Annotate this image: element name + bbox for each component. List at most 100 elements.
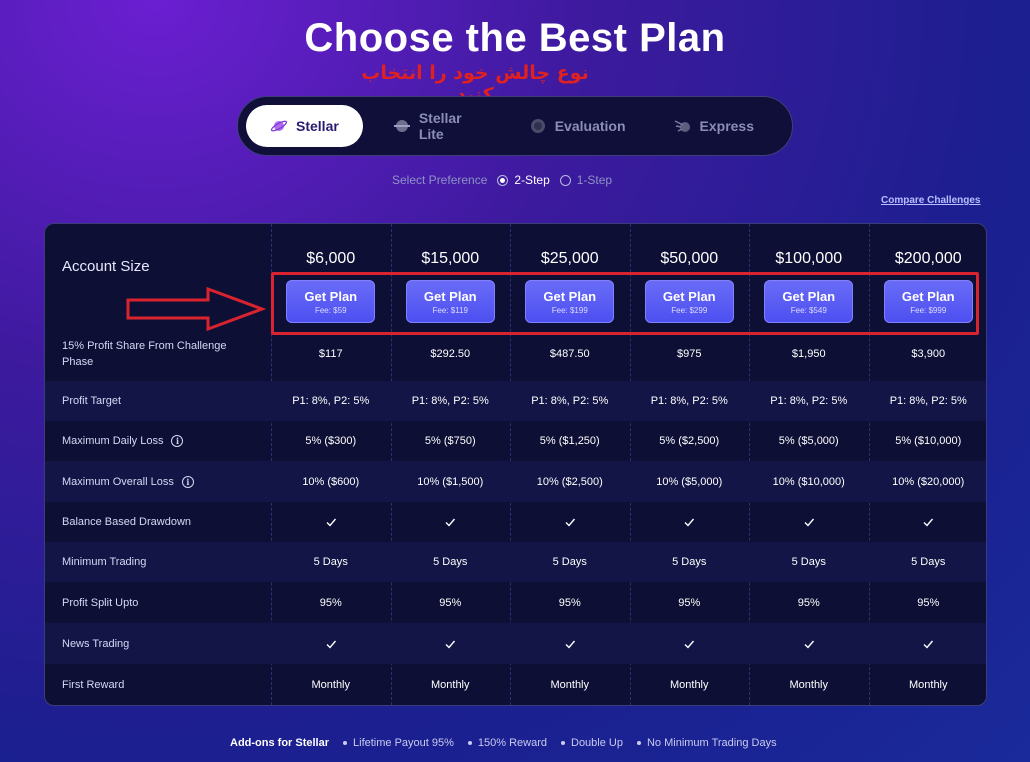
table-cell: Monthly — [430, 679, 470, 691]
table-cell: 95% — [439, 596, 462, 609]
row-label: 15% Profit Share From Challenge Phase — [62, 340, 227, 368]
row-label: Maximum Daily Loss — [62, 435, 164, 447]
tab-stellar[interactable]: Stellar — [246, 105, 363, 147]
row-label-cell: First Reward — [45, 664, 271, 705]
tab-label: Stellar — [296, 118, 339, 134]
row-label-cell: Balance Based Drawdown — [45, 502, 271, 542]
tab-label: Express — [699, 118, 754, 134]
preference-label: Select Preference — [392, 173, 488, 187]
table-cell: 10% ($600) — [302, 475, 360, 488]
table-cell: Monthly — [669, 679, 709, 691]
radio-1-step[interactable]: 1-Step — [559, 173, 613, 187]
table-cell: $1,950 — [791, 348, 826, 360]
table-cell: $292.50 — [430, 348, 471, 360]
table-cell: 5 Days — [672, 556, 707, 568]
info-icon[interactable]: i — [171, 435, 184, 447]
comet-icon — [674, 117, 692, 135]
addons-bar: Add-ons for Stellar Lifetime Payout 95% … — [230, 737, 777, 749]
planet-icon — [270, 117, 288, 135]
radio-dot-icon — [559, 174, 571, 186]
table-cell: Monthly — [550, 679, 590, 691]
tab-express[interactable]: Express — [656, 105, 772, 147]
table-cell: 95% — [319, 596, 342, 609]
moon-icon — [529, 117, 547, 135]
row-label: Maximum Overall Loss — [62, 475, 174, 488]
table-cell: 10% ($20,000) — [892, 475, 965, 488]
plan-price: $6,000 — [306, 250, 356, 267]
row-label: News Trading — [62, 637, 130, 650]
plan-price: $15,000 — [421, 250, 480, 267]
row-label-cell: Profit Split Upto — [45, 582, 271, 623]
table-cell: P1: 8%, P2: 5% — [411, 395, 489, 407]
check-icon — [869, 623, 987, 664]
table-row: Maximum Daily Loss i 5% ($300) 5% ($750) 5% … — [45, 421, 986, 461]
arrow-right-icon — [126, 286, 266, 332]
table-cell: P1: 8%, P2: 5% — [531, 395, 609, 407]
addons-heading: Add-ons for Stellar — [230, 737, 330, 749]
table-cell: $975 — [677, 348, 702, 360]
check-icon — [630, 623, 750, 664]
radio-label: 1-Step — [576, 173, 613, 187]
compare-challenges-link[interactable]: Compare Challenges — [881, 195, 980, 206]
plan-price: $200,000 — [894, 250, 962, 267]
table-row: News Trading — [45, 623, 987, 664]
row-label-cell: News Trading — [45, 623, 271, 664]
account-size-label: Account Size — [62, 258, 150, 275]
addon-item: Double Up — [561, 737, 623, 749]
check-icon — [391, 502, 511, 542]
table-cell: Monthly — [789, 679, 829, 691]
row-label-cell: Maximum Daily Loss i — [45, 421, 271, 461]
table-row: Maximum Overall Loss i 10% ($600) 10% ($1,5… — [45, 461, 986, 502]
check-icon — [510, 502, 630, 542]
row-label-cell: Profit Target — [45, 381, 271, 421]
row-label-cell: Maximum Overall Loss i — [45, 461, 271, 502]
table-row: Profit Split Upto 95% 95% 95% 95% 95% 95% — [45, 582, 986, 623]
tab-stellar-lite[interactable]: Stellar Lite — [375, 105, 499, 147]
saturn-icon — [393, 117, 411, 135]
table-cell: Monthly — [311, 679, 351, 691]
tab-evaluation[interactable]: Evaluation — [511, 105, 644, 147]
table-cell: Monthly — [908, 679, 948, 691]
check-icon — [391, 623, 511, 664]
table-row: Minimum Trading 5 Days 5 Days 5 Days 5 Days 5… — [45, 542, 986, 582]
table-cell: 5 Days — [433, 556, 468, 568]
table-cell: 5% ($5,000) — [778, 435, 839, 447]
check-icon — [749, 623, 869, 664]
challenge-tabs: Stellar Stellar Lite Evaluation Express — [237, 96, 793, 156]
plan-price: $100,000 — [775, 250, 843, 267]
table-cell: 95% — [558, 596, 581, 609]
table-cell: P1: 8%, P2: 5% — [292, 395, 370, 407]
addon-item: Lifetime Payout 95% — [343, 737, 454, 749]
table-cell: P1: 8%, P2: 5% — [770, 395, 848, 407]
table-cell: 5% ($10,000) — [895, 435, 962, 447]
table-cell: 5% ($2,500) — [659, 435, 720, 447]
highlight-box — [271, 272, 979, 335]
table-cell: 5% ($1,250) — [539, 435, 600, 447]
check-icon — [869, 502, 987, 542]
tab-label: Evaluation — [554, 118, 626, 134]
preference-selector: Select Preference 2-Step 1-Step — [392, 173, 612, 187]
table-cell: 10% ($10,000) — [772, 475, 845, 488]
table-cell: 5% ($750) — [424, 435, 476, 447]
radio-label: 2-Step — [514, 173, 550, 187]
plan-price: $25,000 — [540, 250, 599, 267]
check-icon — [749, 502, 869, 542]
row-label: Profit Target — [62, 395, 122, 407]
table-cell: 5 Days — [911, 556, 946, 568]
radio-2-step[interactable]: 2-Step — [497, 173, 550, 187]
addon-item: 150% Reward — [467, 737, 547, 749]
check-icon — [510, 623, 630, 664]
info-icon[interactable]: i — [181, 475, 194, 488]
plan-price: $50,000 — [660, 250, 719, 267]
row-label: First Reward — [62, 679, 125, 691]
table-cell: 5 Days — [313, 556, 348, 568]
page-title: Choose the Best Plan — [304, 16, 726, 60]
table-cell: $3,900 — [911, 348, 946, 360]
check-icon — [630, 502, 750, 542]
table-cell: 10% ($1,500) — [417, 475, 484, 488]
row-label-cell: Minimum Trading — [45, 542, 271, 582]
table-cell: 10% ($2,500) — [536, 475, 603, 488]
table-cell: 95% — [917, 596, 940, 609]
table-cell: P1: 8%, P2: 5% — [889, 395, 967, 407]
table-row: Balance Based Drawdown — [45, 502, 987, 542]
